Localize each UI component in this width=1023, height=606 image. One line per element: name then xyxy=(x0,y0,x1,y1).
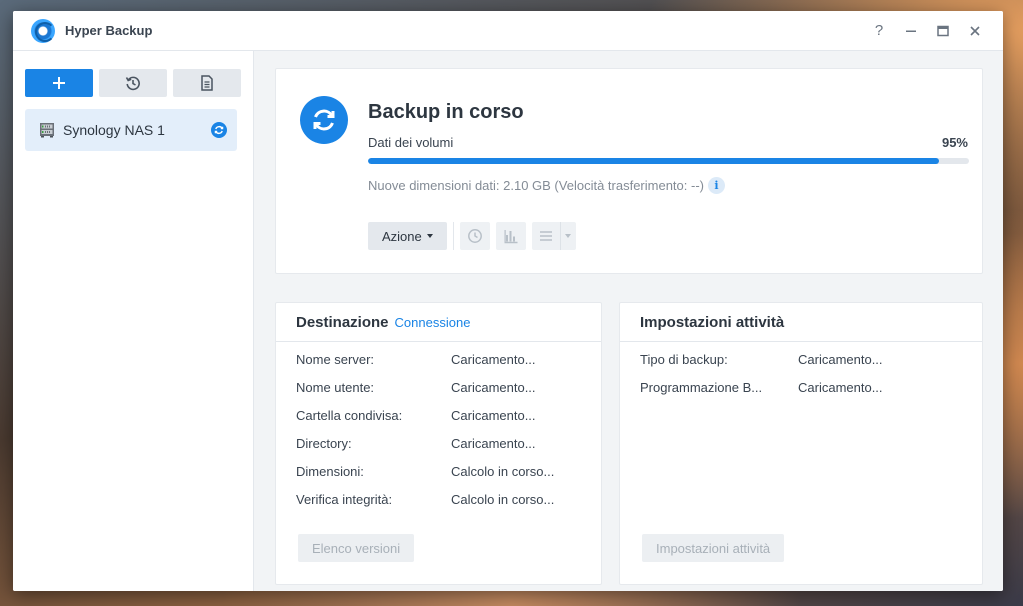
app-title: Hyper Backup xyxy=(65,23,153,38)
sidebar-item-label: Synology NAS 1 xyxy=(63,122,165,138)
info-row-key: Dimensioni: xyxy=(296,464,364,479)
titlebar[interactable]: Hyper Backup ? xyxy=(13,11,1003,51)
backup-status-card: Backup in corso Dati dei volumi 95% Nuov… xyxy=(275,68,983,274)
history-icon xyxy=(125,76,140,91)
info-row: Nome server: Caricamento... xyxy=(296,352,536,367)
info-row: Tipo di backup: Caricamento... xyxy=(640,352,883,367)
action-toolbar: Azione xyxy=(368,222,576,250)
azione-label: Azione xyxy=(382,228,422,244)
progress-bar xyxy=(368,158,969,164)
bar-chart-icon xyxy=(504,230,518,244)
status-title: Backup in corso xyxy=(368,101,524,123)
info-row-key: Verifica integrità: xyxy=(296,492,393,507)
destination-card: Destinazione Connessione Nome server: Car… xyxy=(275,302,602,585)
clock-icon xyxy=(467,229,482,243)
close-icon[interactable] xyxy=(967,23,983,39)
info-row-value: Caricamento... xyxy=(451,352,536,367)
list-icon xyxy=(539,231,552,241)
destination-header: Destinazione Connessione xyxy=(276,303,601,342)
info-row-key: Nome utente: xyxy=(296,380,375,395)
hyper-backup-window: Hyper Backup ? Synology NAS 1 Backup in … xyxy=(13,11,1003,591)
info-row: Verifica integrità: Calcolo in corso... xyxy=(296,492,554,507)
task-settings-title: Impostazioni attività xyxy=(640,313,785,331)
caret-down-icon xyxy=(426,234,433,238)
progress-bar-fill xyxy=(368,158,939,164)
info-row: Nome utente: Caricamento... xyxy=(296,380,536,395)
nas-device-icon xyxy=(40,123,54,138)
document-icon xyxy=(201,75,213,91)
add-task-button[interactable] xyxy=(25,69,93,97)
info-row-value: Calcolo in corso... xyxy=(451,492,555,507)
info-row-value: Caricamento... xyxy=(798,352,883,367)
info-row-value: Calcolo in corso... xyxy=(451,464,555,479)
main-panel: Backup in corso Dati dei volumi 95% Nuov… xyxy=(254,51,1003,591)
progress-detail-text: Nuove dimensioni dati: 2.10 GB (Velocità… xyxy=(368,178,704,193)
restore-button[interactable] xyxy=(99,69,167,97)
info-icon[interactable]: i xyxy=(707,177,725,194)
connection-link[interactable]: Connessione xyxy=(395,315,471,330)
azione-dropdown-button[interactable]: Azione xyxy=(368,222,447,250)
task-settings-button[interactable]: Impostazioni attività xyxy=(642,534,785,562)
info-row-value: Caricamento... xyxy=(798,380,883,395)
info-row: Programmazione B... Caricamento... xyxy=(640,380,883,395)
statistics-button[interactable] xyxy=(495,222,526,250)
maximize-icon[interactable] xyxy=(935,23,951,39)
sidebar-item-synology-nas-1[interactable]: Synology NAS 1 xyxy=(25,109,237,151)
destination-title: Destinazione xyxy=(296,313,389,331)
task-settings-card: Impostazioni attività Tipo di backup: Car… xyxy=(619,302,983,585)
sidebar: Synology NAS 1 xyxy=(13,51,254,591)
hyper-backup-app-icon xyxy=(31,18,55,43)
info-row-key: Tipo di backup: xyxy=(640,352,728,367)
window-controls: ? xyxy=(871,22,983,39)
schedule-button[interactable] xyxy=(459,222,490,250)
info-row-key: Directory: xyxy=(296,436,352,451)
task-settings-header: Impostazioni attività xyxy=(620,303,982,342)
progress-detail: Nuove dimensioni dati: 2.10 GB (Velocità… xyxy=(368,177,725,194)
progress-percentage: 95% xyxy=(941,135,968,150)
log-button[interactable] xyxy=(173,69,241,97)
help-icon[interactable]: ? xyxy=(871,22,887,39)
caret-down-icon xyxy=(565,234,572,238)
info-row: Directory: Caricamento... xyxy=(296,436,536,451)
backup-sync-icon xyxy=(300,96,348,144)
sync-status-icon xyxy=(211,122,227,138)
info-row-value: Caricamento... xyxy=(451,380,536,395)
sidebar-toolbar xyxy=(13,51,253,97)
info-row-value: Caricamento... xyxy=(451,436,536,451)
info-row-key: Nome server: xyxy=(296,352,375,367)
toolbar-divider xyxy=(452,222,454,250)
info-row-key: Programmazione B... xyxy=(640,380,763,395)
more-options-split-button[interactable] xyxy=(531,222,576,250)
version-list-button[interactable]: Elenco versioni xyxy=(298,534,415,562)
info-row: Dimensioni: Calcolo in corso... xyxy=(296,464,554,479)
plus-icon xyxy=(53,77,65,89)
minimize-icon[interactable] xyxy=(903,23,919,39)
info-row-value: Caricamento... xyxy=(451,408,536,423)
info-row: Cartella condivisa: Caricamento... xyxy=(296,408,536,423)
progress-label: Dati dei volumi xyxy=(368,135,454,150)
more-options-dropdown[interactable] xyxy=(559,222,576,250)
list-button[interactable] xyxy=(532,222,560,250)
info-row-key: Cartella condivisa: xyxy=(296,408,403,423)
